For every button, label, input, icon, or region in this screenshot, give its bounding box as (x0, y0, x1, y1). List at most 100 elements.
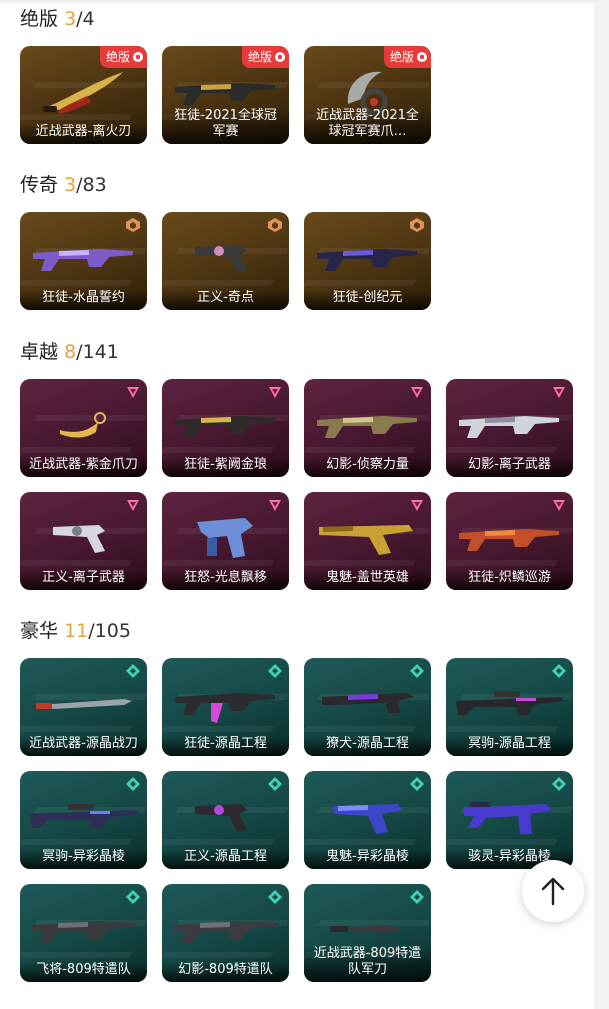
skin-name: 狂徒-创纪元 (304, 290, 431, 310)
badge-icon (417, 52, 427, 62)
legendary-tier-icon (410, 218, 424, 232)
skin-name: 近战武器-紫金爪刀 (20, 457, 147, 477)
section-header: 卓越 8/141 (20, 338, 573, 366)
skin-name: 冥驹-异彩晶棱 (20, 849, 147, 869)
skin-card[interactable]: 冥驹-异彩晶棱 (20, 771, 147, 869)
skin-card[interactable]: 近战武器-紫金爪刀 (20, 379, 147, 477)
skin-name: 近战武器-2021全球冠军赛爪… (304, 108, 431, 144)
deluxe-tier-icon (126, 890, 140, 904)
jueban-badge: 绝版 (241, 46, 289, 68)
skin-card[interactable]: 狂徒-水晶誓约 (20, 212, 147, 310)
skin-name: 狂徒-水晶誓约 (20, 290, 147, 310)
premium-tier-icon (411, 387, 423, 398)
skin-card[interactable]: 正义-源晶工程 (162, 771, 289, 869)
skin-card[interactable]: 正义-离子武器 (20, 492, 147, 590)
legendary-tier-icon (268, 218, 282, 232)
section-title: 传奇 (20, 174, 59, 196)
smg-image (196, 518, 253, 559)
sniper-image (29, 804, 138, 829)
melee-knife-image (42, 72, 123, 115)
melee-knife-image (329, 925, 404, 934)
premium-tier-icon (553, 500, 565, 511)
top-divider (0, 0, 594, 3)
shotgun-image (321, 693, 414, 714)
skin-name: 幻影-809特遣队 (162, 962, 289, 982)
jueban-badge: 绝版 (383, 46, 431, 68)
rifle-image (173, 921, 278, 944)
skin-card[interactable]: 狂徒-炽鳞巡游 (446, 492, 573, 590)
skin-card[interactable]: 狂徒-紫阙金琅 (162, 379, 289, 477)
rifle-image (31, 921, 136, 944)
owned-count: 3 (64, 174, 77, 196)
skin-card[interactable]: 绝版 近战武器-离火刃 (20, 46, 147, 144)
skin-card[interactable]: 骇灵-异彩晶棱 (446, 771, 573, 869)
section-zhuoyue: 卓越 8/141 近战武器-紫金爪刀 狂徒-紫阙金琅 幻影-侦察力量 幻影-离子… (20, 338, 573, 590)
deluxe-tier-icon (126, 777, 140, 791)
skin-name: 冥驹-源晶工程 (446, 736, 573, 756)
skin-card[interactable]: 幻影-809特遣队 (162, 884, 289, 982)
rifle-image (458, 416, 559, 439)
smg-image (463, 802, 552, 835)
scrollbar[interactable] (594, 0, 609, 1009)
skin-card[interactable]: 近战武器-809特遣队军刀 (304, 884, 431, 982)
badge-icon (275, 52, 285, 62)
section-header: 豪华 11/105 (20, 617, 573, 645)
skin-card[interactable]: 狂徒-源晶工程 (162, 658, 289, 756)
skin-card[interactable]: 近战武器-源晶战刀 (20, 658, 147, 756)
premium-tier-icon (269, 387, 281, 398)
skin-card[interactable]: 狂怒-光息飘移 (162, 492, 289, 590)
skin-card[interactable]: 狂徒-创纪元 (304, 212, 431, 310)
rifle-image (174, 416, 275, 439)
back-to-top-button[interactable] (522, 860, 584, 922)
skin-card[interactable]: 飞将-809特遣队 (20, 884, 147, 982)
skin-card[interactable]: 幻影-离子武器 (446, 379, 573, 477)
skin-name: 狂怒-光息飘移 (162, 570, 289, 590)
skin-name: 正义-奇点 (162, 290, 289, 310)
deluxe-tier-icon (268, 777, 282, 791)
owned-count: 8 (64, 341, 77, 363)
premium-tier-icon (411, 500, 423, 511)
revolver-image (52, 525, 105, 554)
skin-card[interactable]: 獠犬-源晶工程 (304, 658, 431, 756)
jueban-badge: 绝版 (99, 46, 147, 68)
total-count: /4 (76, 8, 95, 30)
skin-card[interactable]: 冥驹-源晶工程 (446, 658, 573, 756)
rifle-image (32, 249, 133, 272)
section-header: 传奇 3/83 (20, 171, 573, 199)
revolver-image (194, 245, 247, 274)
deluxe-tier-icon (410, 664, 424, 678)
rifle-image (174, 693, 275, 724)
melee-blade-image (35, 699, 132, 710)
skin-card[interactable]: 鬼魅-异彩晶棱 (304, 771, 431, 869)
skin-card[interactable]: 幻影-侦察力量 (304, 379, 431, 477)
pistol-image (318, 525, 413, 556)
deluxe-tier-icon (410, 890, 424, 904)
deluxe-tier-icon (552, 777, 566, 791)
deluxe-tier-icon (410, 777, 424, 791)
skin-name: 狂徒-炽鳞巡游 (446, 570, 573, 590)
section-title: 豪华 (20, 620, 59, 642)
premium-tier-icon (127, 387, 139, 398)
deluxe-tier-icon (268, 664, 282, 678)
sniper-image (455, 691, 564, 716)
rifle-image (458, 529, 559, 552)
section-jueban: 绝版 3/4 绝版 近战武器-离火刃 绝版 狂徒-2021全球冠军赛 绝版 近战… (20, 5, 573, 144)
skin-card[interactable]: 绝版 狂徒-2021全球冠军赛 (162, 46, 289, 144)
skin-name: 幻影-侦察力量 (304, 457, 431, 477)
total-count: /105 (88, 620, 131, 642)
section-haohua: 豪华 11/105 近战武器-源晶战刀 狂徒-源晶工程 獠犬-源晶工程 冥驹-源… (20, 617, 573, 982)
skin-name: 正义-源晶工程 (162, 849, 289, 869)
section-title: 卓越 (20, 341, 59, 363)
pistol-image (333, 804, 402, 835)
skin-card[interactable]: 正义-奇点 (162, 212, 289, 310)
skin-name: 正义-离子武器 (20, 570, 147, 590)
skin-name: 近战武器-809特遣队军刀 (304, 946, 431, 982)
skin-card[interactable]: 鬼魅-盖世英雄 (304, 492, 431, 590)
premium-tier-icon (269, 500, 281, 511)
skin-card[interactable]: 绝版 近战武器-2021全球冠军赛爪… (304, 46, 431, 144)
skin-name: 鬼魅-盖世英雄 (304, 570, 431, 590)
melee-claw-image (59, 412, 106, 438)
section-chuanqi: 传奇 3/83 狂徒-水晶誓约 正义-奇点 狂徒-创纪元 (20, 171, 573, 310)
deluxe-tier-icon (552, 664, 566, 678)
total-count: /141 (76, 341, 119, 363)
